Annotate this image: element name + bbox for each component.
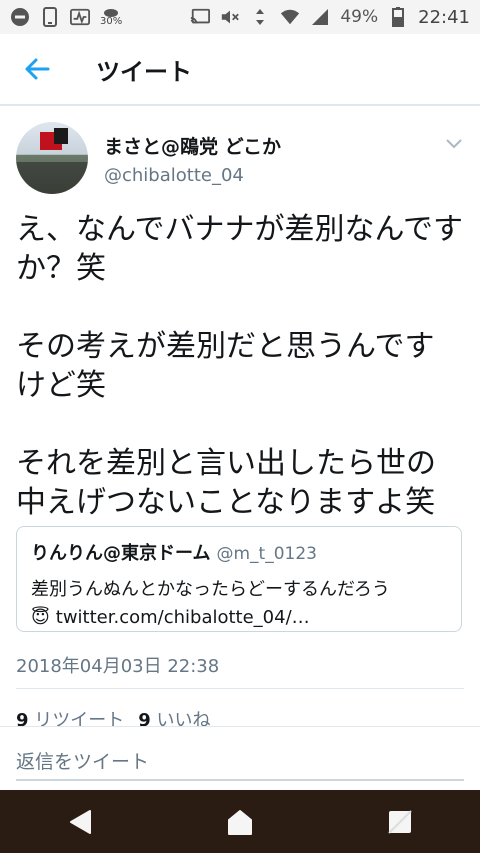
nav-back-button[interactable] (50, 792, 110, 852)
page-title: ツイート (96, 57, 192, 86)
system-nav-bar (0, 790, 480, 853)
weather-indicator: 30% (100, 7, 122, 27)
author-handle[interactable]: @chibalotte_04 (104, 165, 281, 186)
do-not-disturb-icon (10, 7, 30, 27)
quote-text: 差別うんぬんとかなったらどーするんだろう (31, 579, 390, 600)
nav-recents-button[interactable] (370, 792, 430, 852)
tweet-timestamp: 2018年04月03日 22:38 (16, 656, 220, 677)
signal-icon (310, 7, 330, 27)
reply-bar: 返信をツイート (0, 726, 480, 790)
quote-author-handle: @m_t_0123 (216, 544, 317, 564)
nav-home-icon (228, 809, 252, 835)
back-button[interactable] (0, 33, 74, 105)
nav-recents-icon (388, 809, 412, 834)
quoted-tweet-card[interactable]: りんりん@東京ドーム @m_t_0123 差別うんぬんとかなったらどーするんだろ… (16, 526, 462, 632)
battery-icon (388, 7, 408, 27)
arrow-left-icon (25, 58, 50, 80)
clock: 22:41 (418, 6, 470, 28)
chevron-down-icon[interactable] (444, 136, 464, 150)
tweet-header: まさと@鴎党 どこか @chibalotte_04 (16, 122, 464, 196)
cast-icon (190, 7, 211, 27)
like-count: 9 (138, 710, 151, 726)
reply-input[interactable]: 返信をツイート (16, 741, 464, 781)
phone-icon (40, 7, 60, 27)
activity-icon (70, 7, 90, 27)
retweet-stat[interactable]: 9 リツイート (16, 706, 124, 726)
status-bar: 30% 49% 22:41 (0, 0, 480, 34)
like-stat[interactable]: 9 いいね (138, 706, 210, 726)
data-transfer-icon (250, 7, 270, 27)
author-name[interactable]: まさと@鴎党 どこか (104, 132, 281, 159)
retweet-count: 9 (16, 710, 29, 726)
like-label: いいね (156, 710, 211, 726)
weather-percent: 30% (100, 16, 123, 27)
wifi-icon (280, 7, 300, 27)
nav-back-icon (70, 809, 91, 834)
mute-icon (220, 7, 240, 27)
avatar[interactable] (16, 122, 88, 194)
quote-author-name: りんりん@東京ドーム (31, 543, 211, 564)
tweet-text: え、なんでバナナが差別なんですか？笑 その考えが差別だと思うんですけど笑 それを… (16, 212, 463, 520)
battery-percent: 49% (340, 7, 379, 27)
author-info[interactable]: まさと@鴎党 どこか @chibalotte_04 (104, 122, 281, 196)
retweet-label: リツイート (34, 710, 125, 726)
quote-link[interactable]: twitter.com/chibalotte_04/… (56, 607, 310, 628)
nav-home-button[interactable] (210, 792, 270, 852)
app-bar: ツイート (0, 34, 480, 106)
smiling-halo-emoji-icon: 😇 (31, 607, 50, 628)
divider (16, 688, 464, 689)
tweet-stats: 9 リツイート 9 いいね (16, 706, 211, 726)
